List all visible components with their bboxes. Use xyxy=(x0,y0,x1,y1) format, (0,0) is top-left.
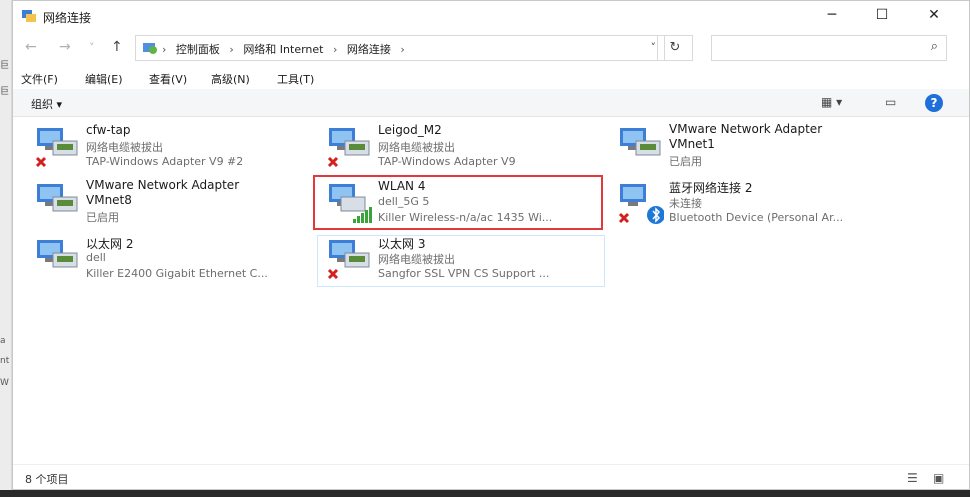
connection-status: dell xyxy=(86,251,106,264)
item-count: 8 个项目 xyxy=(25,473,69,486)
connection-status: 网络电缆被拔出 xyxy=(378,141,455,154)
breadcrumb-control-panel[interactable]: 控制面板 xyxy=(176,43,220,56)
search-icon[interactable]: ⌕ xyxy=(931,39,938,54)
network-adapter-icon xyxy=(37,240,78,268)
menu-tools[interactable]: 工具(T) xyxy=(277,71,314,87)
breadcrumb-separator: › xyxy=(400,43,405,56)
connection-name: cfw-tap xyxy=(86,123,131,137)
menu-view[interactable]: 查看(V) xyxy=(149,71,187,87)
connection-status: 已启用 xyxy=(669,155,702,168)
address-bar[interactable]: › 控制面板 › 网络和 Internet › 网络连接 › ˅ xyxy=(135,35,665,61)
up-arrow-icon[interactable]: ↑ xyxy=(111,39,123,55)
connection-cfw-tap[interactable]: cfw-tap 网络电缆被拔出 TAP-Windows Adapter V9 #… xyxy=(21,120,309,174)
connection-name: Leigod_M2 xyxy=(378,123,442,137)
connection-name-line2: VMnet8 xyxy=(86,193,132,207)
breadcrumb-network-connections[interactable]: 网络连接 xyxy=(347,43,391,56)
organize-button[interactable]: 组织 ▾ xyxy=(31,96,62,112)
connection-device: Killer Wireless-n/a/ac 1435 Wi... xyxy=(378,211,553,224)
network-adapter-icon xyxy=(620,128,661,156)
network-adapter-icon xyxy=(327,128,370,168)
connection-device: Bluetooth Device (Personal Ar... xyxy=(669,211,844,224)
connection-status: 网络电缆被拔出 xyxy=(86,141,163,154)
chevron-down-icon[interactable]: ˅ xyxy=(651,41,657,54)
menu-file[interactable]: 文件(F) xyxy=(21,71,58,87)
connection-name: 以太网 2 xyxy=(86,237,134,251)
connection-bluetooth-2[interactable]: 蓝牙网络连接 2 未连接 Bluetooth Device (Personal … xyxy=(604,176,892,230)
forward-arrow-icon[interactable]: → xyxy=(59,39,71,55)
connection-ethernet-3[interactable]: 以太网 3 网络电缆被拔出 Sangfor SSL VPN CS Support… xyxy=(313,232,601,286)
change-view-icon[interactable]: ▦ ▾ xyxy=(821,95,842,109)
large-icons-view-icon[interactable]: ▣ xyxy=(933,471,944,485)
refresh-button[interactable]: ↻ xyxy=(657,35,693,61)
connection-wlan-4[interactable]: WLAN 4 dell_5G 5 Killer Wireless-n/a/ac … xyxy=(313,176,601,230)
connection-device: TAP-Windows Adapter V9 xyxy=(378,155,516,168)
wifi-adapter-icon xyxy=(329,184,372,223)
preview-pane-icon[interactable]: ▭ xyxy=(885,95,896,109)
network-adapter-icon xyxy=(327,240,370,280)
breadcrumb-separator: › xyxy=(229,43,234,56)
connection-device: Sangfor SSL VPN CS Support ... xyxy=(378,267,550,280)
connection-leigod-m2[interactable]: Leigod_M2 网络电缆被拔出 TAP-Windows Adapter V9 xyxy=(313,120,601,174)
network-adapter-icon xyxy=(37,184,78,212)
close-button[interactable]: ✕ xyxy=(911,1,957,31)
status-bar: 8 个项目 ☰ ▣ xyxy=(13,464,969,489)
connection-name: 以太网 3 xyxy=(378,237,426,251)
connection-device: Killer E2400 Gigabit Ethernet C... xyxy=(86,267,268,280)
connection-status: dell_5G 5 xyxy=(378,195,430,208)
maximize-button[interactable]: ☐ xyxy=(859,1,905,31)
connections-list: cfw-tap 网络电缆被拔出 TAP-Windows Adapter V9 #… xyxy=(13,118,969,462)
network-connections-window: 网络连接 ─ ☐ ✕ ← → ˅ ↑ › 控制面板 › 网络和 Internet… xyxy=(12,0,970,490)
connection-status: 未连接 xyxy=(669,197,702,210)
menu-advanced[interactable]: 高级(N) xyxy=(211,71,250,87)
recent-locations-icon[interactable]: ˅ xyxy=(89,41,95,54)
control-panel-icon xyxy=(143,43,157,54)
menu-bar: 文件(F) 编辑(E) 查看(V) 高级(N) 工具(T) xyxy=(13,67,969,89)
connection-vmnet1[interactable]: VMware Network Adapter VMnet1 已启用 xyxy=(604,120,892,174)
minimize-button[interactable]: ─ xyxy=(809,1,855,31)
breadcrumb-separator: › xyxy=(162,43,167,56)
network-adapter-icon xyxy=(35,128,78,168)
navigation-bar: ← → ˅ ↑ › 控制面板 › 网络和 Internet › 网络连接 › ˅… xyxy=(13,31,969,65)
connection-status: 已启用 xyxy=(86,211,119,224)
connection-status: 网络电缆被拔出 xyxy=(378,253,455,266)
connection-name: 蓝牙网络连接 2 xyxy=(669,181,753,195)
connection-name: WLAN 4 xyxy=(378,179,426,193)
connection-vmnet8[interactable]: VMware Network Adapter VMnet8 已启用 xyxy=(21,176,309,230)
connection-name: VMware Network Adapter xyxy=(86,178,240,192)
breadcrumb-network-internet[interactable]: 网络和 Internet xyxy=(243,43,323,56)
title-bar: 网络连接 ─ ☐ ✕ xyxy=(13,1,969,31)
connection-ethernet-2[interactable]: 以太网 2 dell Killer E2400 Gigabit Ethernet… xyxy=(21,232,309,286)
network-connections-icon xyxy=(22,10,36,22)
connection-device: TAP-Windows Adapter V9 #2 xyxy=(86,155,244,168)
desktop-background xyxy=(0,490,970,497)
connection-name: VMware Network Adapter xyxy=(669,122,823,136)
window-title: 网络连接 xyxy=(43,11,92,25)
bluetooth-adapter-icon xyxy=(618,184,664,224)
breadcrumb-separator: › xyxy=(333,43,338,56)
background-window-strip: 巨巨 a nt W xyxy=(0,0,12,497)
search-input[interactable]: ⌕ xyxy=(711,35,947,61)
command-bar: 组织 ▾ ▦ ▾ ▭ ? xyxy=(13,89,969,117)
help-icon[interactable]: ? xyxy=(925,94,943,112)
connection-name-line2: VMnet1 xyxy=(669,137,715,151)
back-arrow-icon[interactable]: ← xyxy=(25,39,37,55)
details-view-icon[interactable]: ☰ xyxy=(907,471,918,485)
menu-edit[interactable]: 编辑(E) xyxy=(85,71,123,87)
